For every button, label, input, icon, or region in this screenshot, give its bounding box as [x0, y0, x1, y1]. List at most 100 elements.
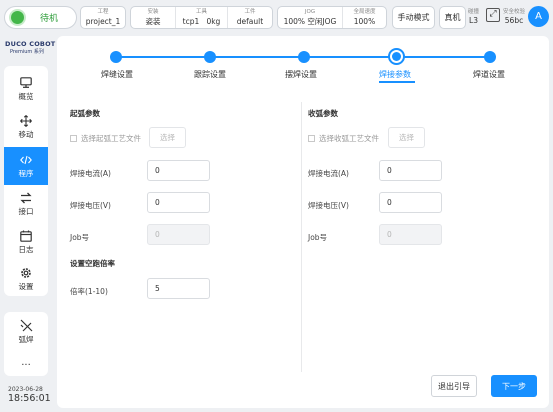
step-3-label[interactable]: 摆焊设置 — [285, 69, 317, 80]
config-group: 安装 姿装 工具 tcp1 0kg 工件 default — [130, 6, 273, 29]
jog-label: JOG — [304, 9, 316, 15]
sidebar-item-label: 移动 — [18, 130, 34, 139]
logo-subtitle: Premium 系列 — [10, 49, 44, 55]
manual-mode-button[interactable]: 手动模式 — [392, 6, 435, 29]
current-time: 18:56:01 — [8, 393, 51, 404]
sidebar-item-label: 程序 — [18, 169, 34, 178]
move-icon — [19, 114, 33, 127]
column-divider — [301, 102, 302, 372]
arc-start-job-label: Job号 — [70, 233, 90, 242]
global-speed-label: 全局速度 — [353, 9, 376, 15]
safety-value: 56bc — [504, 16, 524, 25]
project-selector[interactable]: 工程 project_1 — [80, 6, 126, 29]
current-step-underline — [379, 81, 415, 83]
clock: 2023-06-28 18:56:01 — [8, 386, 51, 404]
global-speed[interactable]: 全局速度 100% — [342, 7, 386, 28]
welding-wizard-panel: 焊缝设置 跟踪设置 摆焊设置 焊接参数 焊道设置 起弧参数 选择起弧工艺文件 选… — [57, 36, 549, 408]
arc-start-title: 起弧参数 — [70, 109, 100, 118]
exit-wizard-button[interactable]: 退出引导 — [431, 375, 477, 397]
gear-icon — [19, 266, 33, 279]
arc-end-voltage-input[interactable]: 0 — [379, 192, 442, 213]
step-2-dot[interactable] — [204, 51, 216, 63]
arc-end-current-input[interactable]: 0 — [379, 160, 442, 181]
install-selector[interactable]: 安装 姿装 — [131, 7, 175, 28]
install-value: 姿装 — [145, 17, 161, 26]
step-5-label[interactable]: 焊道设置 — [473, 69, 505, 80]
arc-end-select-button[interactable]: 选择 — [388, 127, 425, 148]
arc-start-job-input: 0 — [147, 224, 210, 245]
workpiece-label: 工件 — [244, 9, 256, 15]
safety-label: 安全校验 — [503, 9, 526, 15]
sidebar-nav: 概览 移动 程序 接口 日志 设置 — [4, 66, 48, 296]
arc-end-file-label: 选择收弧工艺文件 — [319, 134, 379, 143]
step-3-dot[interactable] — [298, 51, 310, 63]
arc-end-file-checkbox[interactable]: 选择收弧工艺文件 — [308, 133, 379, 144]
step-1-dot[interactable] — [110, 51, 122, 63]
arc-start-voltage-label: 焊接电压(V) — [70, 201, 111, 210]
arc-start-current-label: 焊接电流(A) — [70, 169, 111, 178]
logo-title: DUCO COBOT — [5, 40, 56, 48]
sidebar-item-program[interactable]: 程序 — [4, 147, 48, 185]
checkbox-icon[interactable] — [70, 135, 77, 142]
arc-start-file-checkbox[interactable]: 选择起弧工艺文件 — [70, 133, 141, 144]
step-4-label[interactable]: 焊接参数 — [379, 69, 411, 80]
install-label: 安装 — [147, 9, 159, 15]
sidebar-item-settings[interactable]: 设置 — [4, 260, 48, 298]
arc-end-job-input: 0 — [379, 224, 442, 245]
dry-run-ratio-title: 设置空跑倍率 — [70, 259, 115, 268]
arc-start-file-label: 选择起弧工艺文件 — [81, 134, 141, 143]
step-1-label[interactable]: 焊缝设置 — [101, 69, 133, 80]
sidebar-item-interface[interactable]: 接口 — [4, 185, 48, 223]
project-label: 工程 — [97, 9, 109, 15]
tool-tcp: tcp1 — [182, 17, 200, 26]
sidebar-item-more[interactable]: ... — [4, 350, 48, 374]
current-date: 2023-06-28 — [8, 386, 43, 393]
sidebar-item-label: 接口 — [18, 207, 34, 216]
jog-speed[interactable]: JOG 100% 空闲JOG — [278, 7, 342, 28]
user-avatar[interactable]: A — [528, 6, 549, 27]
top-bar: 待机 工程 project_1 安装 姿装 工具 tcp1 0kg 工件 def… — [0, 0, 553, 36]
step-2-label[interactable]: 跟踪设置 — [194, 69, 226, 80]
exchange-icon — [19, 191, 33, 204]
collision-level[interactable]: 碰撞 L3 — [468, 8, 479, 26]
sidebar-item-welding[interactable]: 弧焊 — [4, 314, 48, 350]
sidebar-item-label: 日志 — [18, 245, 34, 254]
sidebar-item-log[interactable]: 日志 — [4, 223, 48, 261]
robot-status-pill[interactable]: 待机 — [4, 6, 77, 29]
speed-group: JOG 100% 空闲JOG 全局速度 100% — [277, 6, 387, 29]
dry-run-ratio-input[interactable]: 5 — [147, 278, 210, 299]
arc-start-current-input[interactable]: 0 — [147, 160, 210, 181]
monitor-icon — [19, 76, 33, 89]
sidebar-item-move[interactable]: 移动 — [4, 108, 48, 146]
arc-start-voltage-input[interactable]: 0 — [147, 192, 210, 213]
step-4-dot[interactable] — [388, 48, 405, 65]
dry-run-ratio-label: 倍率(1-10) — [70, 287, 108, 296]
collision-level-value: L3 — [469, 16, 478, 25]
tool-selector[interactable]: 工具 tcp1 0kg — [175, 7, 227, 28]
status-indicator-icon — [11, 11, 24, 24]
tool-value: tcp1 0kg — [176, 17, 227, 27]
safety-checksum: 安全校验 56bc — [503, 8, 525, 26]
workpiece-value: default — [236, 17, 264, 26]
sidebar-extra: 弧焊 ... — [4, 312, 48, 376]
code-icon — [19, 153, 33, 166]
expand-icon[interactable]: ⤢ — [486, 8, 500, 22]
arc-end-current-label: 焊接电流(A) — [308, 169, 349, 178]
real-machine-button[interactable]: 真机 — [439, 6, 466, 29]
global-speed-value: 100% — [353, 17, 376, 26]
sidebar-item-label: 弧焊 — [18, 335, 34, 344]
checkbox-icon[interactable] — [308, 135, 315, 142]
arc-end-job-label: Job号 — [308, 233, 328, 242]
step-5-dot[interactable] — [484, 51, 496, 63]
calendar-icon — [19, 229, 33, 242]
sidebar-item-label: 设置 — [18, 282, 34, 291]
workpiece-selector[interactable]: 工件 default — [227, 7, 272, 28]
wizard-stepper: 焊缝设置 跟踪设置 摆焊设置 焊接参数 焊道设置 — [57, 36, 549, 86]
next-step-button[interactable]: 下一步 — [491, 375, 537, 397]
collision-level-label: 碰撞 — [468, 9, 480, 15]
arc-start-select-button[interactable]: 选择 — [149, 127, 186, 148]
sidebar-item-overview[interactable]: 概览 — [4, 70, 48, 108]
project-value: project_1 — [85, 17, 121, 26]
brand-logo: DUCO COBOT Premium 系列 — [5, 40, 56, 55]
tool-load: 0kg — [206, 17, 221, 26]
